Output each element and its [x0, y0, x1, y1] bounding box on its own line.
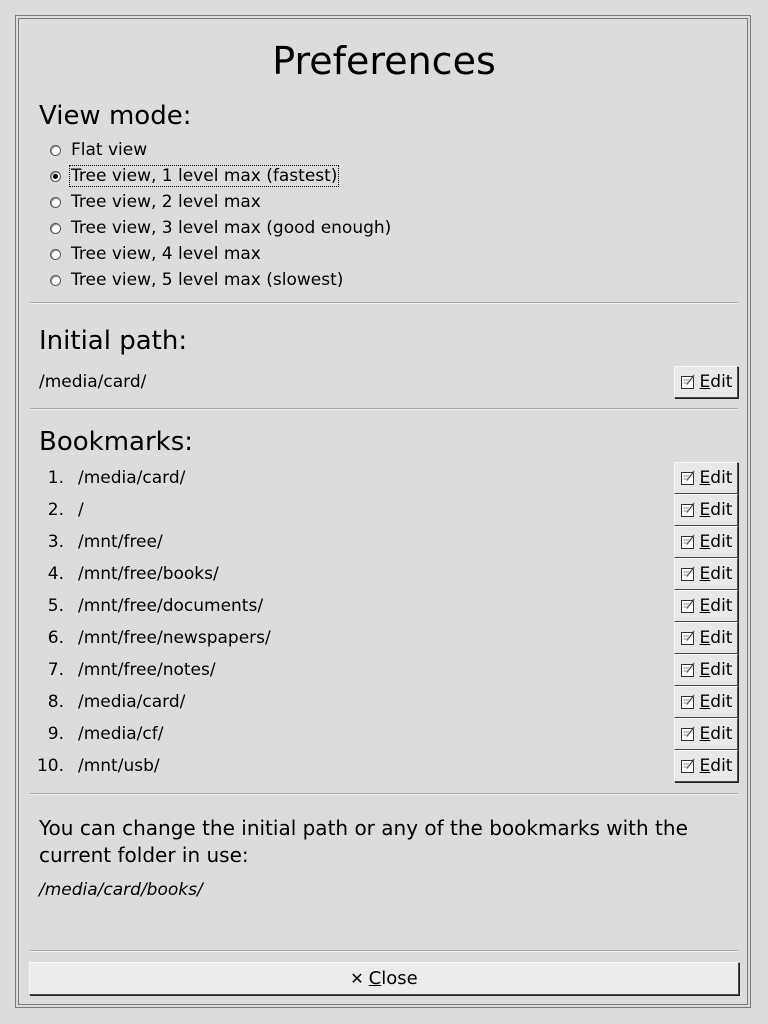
edit-icon — [680, 630, 695, 645]
bookmark-number: 6. — [47, 628, 64, 648]
edit-bookmark-button[interactable]: Edit — [674, 686, 738, 718]
radio-label: Tree view, 3 level max (good enough) — [71, 218, 392, 238]
bookmark-number: 5. — [47, 596, 64, 616]
initial-path-value: /media/card/ — [39, 372, 147, 392]
edit-bookmark-button[interactable]: Edit — [674, 494, 738, 526]
radio-label: Tree view, 2 level max — [71, 192, 261, 212]
bookmark-number: 1. — [47, 468, 64, 488]
edit-icon — [680, 598, 695, 613]
edit-icon — [680, 726, 695, 741]
edit-icon — [680, 534, 695, 549]
edit-label: Edit — [699, 372, 733, 392]
edit-bookmark-button[interactable]: Edit — [674, 718, 738, 750]
initial-path-heading: Initial path: — [39, 326, 188, 356]
edit-bookmark-button[interactable]: Edit — [674, 526, 738, 558]
edit-icon — [680, 566, 695, 581]
current-folder-path: /media/card/books/ — [39, 880, 203, 900]
radio-label: Tree view, 5 level max (slowest) — [71, 270, 344, 290]
bookmark-number: 10. — [36, 756, 64, 776]
view-mode-heading: View mode: — [39, 101, 192, 131]
close-label: Close — [368, 968, 418, 989]
separator — [30, 302, 738, 304]
info-text: You can change the initial path or any o… — [39, 816, 688, 867]
close-button[interactable]: ✕ Close — [29, 962, 739, 995]
radio-button[interactable] — [50, 274, 61, 286]
edit-bookmark-button[interactable]: Edit — [674, 462, 738, 494]
radio-button[interactable] — [50, 222, 61, 234]
bookmark-row: 9. /media/cf/Edit — [30, 718, 738, 750]
radio-button[interactable] — [50, 248, 61, 260]
edit-icon — [680, 374, 695, 389]
bookmark-number: 8. — [47, 692, 64, 712]
bookmark-row: 4. /mnt/free/books/Edit — [30, 558, 738, 590]
bookmark-row: 10. /mnt/usb/Edit — [30, 750, 738, 782]
edit-icon — [680, 694, 695, 709]
edit-initial-path-button[interactable]: Edit — [674, 366, 738, 398]
edit-label: Edit — [699, 660, 733, 680]
edit-label: Edit — [699, 596, 733, 616]
bookmark-path: /mnt/free/ — [78, 532, 163, 552]
radio-tree-1[interactable]: Tree view, 1 level max (fastest) — [50, 163, 340, 189]
bookmark-row: 3. /mnt/free/Edit — [30, 526, 738, 558]
edit-icon — [680, 502, 695, 517]
separator — [30, 950, 738, 952]
bookmark-number: 9. — [47, 724, 64, 744]
bookmark-path: / — [78, 500, 84, 520]
edit-label: Edit — [699, 692, 733, 712]
radio-button[interactable] — [50, 196, 61, 208]
bookmark-path: /media/card/ — [78, 468, 186, 488]
radio-tree-4[interactable]: Tree view, 4 level max — [50, 241, 262, 267]
separator — [30, 408, 738, 410]
bookmark-path: /mnt/free/notes/ — [78, 660, 216, 680]
edit-label: Edit — [699, 724, 733, 744]
bookmarks-heading: Bookmarks: — [39, 427, 194, 457]
bookmark-number: 7. — [47, 660, 64, 680]
bookmark-row: 6. /mnt/free/newspapers/Edit — [30, 622, 738, 654]
bookmark-row: 1. /media/card/Edit — [30, 462, 738, 494]
bookmark-path: /media/cf/ — [78, 724, 164, 744]
radio-label: Tree view, 1 level max (fastest) — [68, 165, 340, 187]
edit-label: Edit — [699, 628, 733, 648]
edit-label: Edit — [699, 756, 733, 776]
edit-label: Edit — [699, 468, 733, 488]
edit-label: Edit — [699, 564, 733, 584]
bookmark-row: 5. /mnt/free/documents/Edit — [30, 590, 738, 622]
edit-bookmark-button[interactable]: Edit — [674, 558, 738, 590]
separator — [30, 793, 738, 795]
radio-tree-2[interactable]: Tree view, 2 level max — [50, 189, 262, 215]
bookmark-path: /mnt/free/documents/ — [78, 596, 264, 616]
radio-button[interactable] — [50, 170, 61, 182]
bookmark-number: 4. — [47, 564, 64, 584]
edit-bookmark-button[interactable]: Edit — [674, 654, 738, 686]
edit-icon — [680, 470, 695, 485]
radio-button[interactable] — [50, 144, 61, 156]
bookmark-path: /mnt/usb/ — [78, 756, 160, 776]
radio-tree-5[interactable]: Tree view, 5 level max (slowest) — [50, 267, 344, 293]
edit-bookmark-button[interactable]: Edit — [674, 590, 738, 622]
bookmark-number: 3. — [47, 532, 64, 552]
bookmark-number: 2. — [47, 500, 64, 520]
bookmark-path: /mnt/free/newspapers/ — [78, 628, 271, 648]
edit-icon — [680, 662, 695, 677]
radio-flat-view[interactable]: Flat view — [50, 137, 148, 163]
bookmark-path: /mnt/free/books/ — [78, 564, 219, 584]
bookmark-row: 8. /media/card/Edit — [30, 686, 738, 718]
edit-bookmark-button[interactable]: Edit — [674, 750, 738, 782]
bookmark-row: 7. /mnt/free/notes/Edit — [30, 654, 738, 686]
bookmark-row: 2. / Edit — [30, 494, 738, 526]
edit-label: Edit — [699, 532, 733, 552]
close-icon: ✕ — [350, 969, 364, 988]
radio-tree-3[interactable]: Tree view, 3 level max (good enough) — [50, 215, 392, 241]
edit-label: Edit — [699, 500, 733, 520]
dialog-title: Preferences — [272, 39, 496, 83]
radio-label: Tree view, 4 level max — [71, 244, 261, 264]
radio-label: Flat view — [71, 140, 148, 160]
bookmark-path: /media/card/ — [78, 692, 186, 712]
edit-bookmark-button[interactable]: Edit — [674, 622, 738, 654]
edit-icon — [680, 758, 695, 773]
